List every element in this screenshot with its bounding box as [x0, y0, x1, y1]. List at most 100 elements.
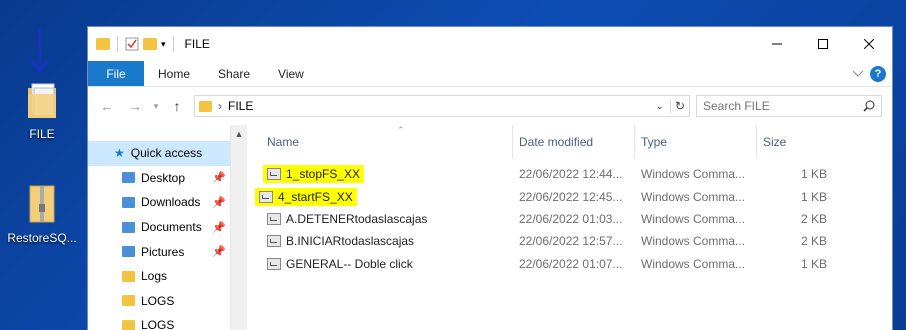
tab-file[interactable]: File — [88, 61, 144, 86]
sidebar-item-logs-3[interactable]: LOGS — [88, 313, 230, 330]
breadcrumb[interactable]: FILE — [228, 99, 650, 113]
search-input[interactable] — [703, 99, 863, 113]
folder-icon — [122, 295, 135, 307]
file-date: 22/06/2022 12:45... — [519, 189, 623, 204]
content-area: ★ Quick access Desktop 📌 Downloads 📌 Doc… — [88, 125, 892, 330]
file-list: ⌃ Name Date modified Type Size 1_stopFS_… — [247, 125, 892, 330]
zip-folder-icon — [29, 185, 55, 223]
column-type[interactable]: Type — [635, 125, 757, 159]
chevron-down-icon[interactable]: ▾ — [161, 39, 166, 50]
sidebar-item-logs-2[interactable]: LOGS — [88, 289, 230, 314]
sidebar-item-logs[interactable]: Logs — [88, 264, 230, 289]
desktop-icon-restore[interactable]: RestoreSQ... — [2, 184, 82, 245]
sidebar-item-label: LOGS — [141, 293, 175, 308]
chevron-down-icon[interactable]: ⌄ — [656, 101, 664, 112]
maximize-icon — [818, 39, 828, 49]
explorer-window: ▾ FILE File Home Share View ? ← → ▾ ↑ › … — [87, 26, 893, 330]
folder-icon — [28, 83, 56, 118]
table-row[interactable]: A.DETENERtodaslascajas 22/06/2022 01:03.… — [247, 208, 892, 230]
minimize-icon — [772, 43, 782, 45]
ribbon-tabs: File Home Share View ? — [88, 61, 892, 87]
sidebar-item-label: Downloads — [141, 195, 201, 210]
hand-drawn-arrow-icon — [30, 27, 50, 73]
sidebar-item-label: Documents — [141, 220, 202, 235]
desktop-icon-file[interactable]: FILE — [2, 80, 82, 141]
pin-icon[interactable]: 📌 — [212, 171, 226, 184]
tab-share[interactable]: Share — [204, 61, 264, 86]
expand-ribbon-icon[interactable] — [852, 70, 864, 78]
sidebar-item-documents[interactable]: Documents 📌 — [88, 215, 230, 240]
pin-icon[interactable]: 📌 — [212, 196, 226, 209]
tab-home[interactable]: Home — [144, 61, 204, 86]
refresh-icon[interactable]: ↻ — [669, 99, 685, 113]
sidebar-item-label: LOGS — [141, 318, 175, 330]
batch-file-icon — [267, 235, 281, 248]
recent-locations-icon[interactable]: ▾ — [152, 101, 160, 112]
table-row[interactable]: 1_stopFS_XX 22/06/2022 12:44... Windows … — [247, 163, 892, 185]
scroll-up-icon[interactable]: ▲ — [231, 129, 247, 139]
file-size: 1 KB — [800, 256, 827, 271]
navigation-scrollbar[interactable]: ▲ — [230, 125, 247, 330]
file-size: 1 KB — [800, 167, 827, 182]
up-arrow-icon[interactable]: ↑ — [166, 98, 188, 114]
file-type: Windows Comma... — [641, 167, 746, 182]
minimize-button[interactable] — [754, 27, 800, 61]
search-field[interactable] — [696, 95, 882, 117]
file-date: 22/06/2022 12:57... — [519, 234, 623, 249]
column-date-modified[interactable]: Date modified — [513, 125, 635, 159]
maximize-button[interactable] — [800, 27, 846, 61]
address-input[interactable]: › FILE ⌄ ↻ — [194, 95, 690, 117]
file-name[interactable]: GENERAL-- Doble click — [286, 257, 413, 271]
table-row[interactable]: 4_startFS_XX 22/06/2022 12:45... Windows… — [247, 185, 892, 207]
file-list-scrollbar[interactable] — [878, 125, 892, 330]
file-name[interactable]: 4_startFS_XX — [278, 190, 353, 204]
properties-icon[interactable] — [125, 37, 139, 51]
sidebar-item-label: Logs — [141, 269, 168, 284]
folder-icon — [96, 38, 110, 50]
star-icon: ★ — [114, 146, 125, 161]
table-row[interactable]: B.INICIARtodaslascajas 22/06/2022 12:57.… — [247, 230, 892, 252]
desktop-icon-label: FILE — [29, 127, 55, 141]
forward-arrow-icon[interactable]: → — [124, 98, 146, 114]
tab-view[interactable]: View — [264, 61, 318, 86]
desktop-folder-icon — [122, 172, 135, 184]
pictures-folder-icon — [122, 246, 135, 258]
file-type: Windows Comma... — [641, 234, 746, 249]
pin-icon[interactable]: 📌 — [212, 221, 226, 234]
documents-folder-icon — [122, 221, 135, 233]
search-icon[interactable] — [863, 100, 875, 112]
window-title: FILE — [184, 37, 210, 51]
file-date: 22/06/2022 01:03... — [519, 211, 623, 226]
pin-icon[interactable]: 📌 — [212, 245, 226, 258]
title-bar: ▾ FILE — [88, 27, 892, 61]
batch-file-icon — [267, 257, 281, 270]
sidebar-item-downloads[interactable]: Downloads 📌 — [88, 190, 230, 215]
help-icon[interactable]: ? — [870, 65, 886, 82]
table-row[interactable]: GENERAL-- Doble click 22/06/2022 01:07..… — [247, 253, 892, 275]
close-icon — [864, 39, 874, 49]
sidebar-item-quick-access[interactable]: ★ Quick access — [88, 141, 230, 166]
column-headers: ⌃ Name Date modified Type Size — [247, 125, 892, 159]
file-type: Windows Comma... — [641, 256, 746, 271]
batch-file-icon — [259, 190, 273, 203]
sidebar-item-desktop[interactable]: Desktop 📌 — [88, 166, 230, 191]
sidebar-item-label: Quick access — [130, 146, 203, 161]
file-name[interactable]: B.INICIARtodaslascajas — [286, 234, 414, 248]
desktop-icon-label: RestoreSQ... — [7, 231, 77, 245]
highlight-marker: 1_stopFS_XX — [263, 165, 365, 184]
close-button[interactable] — [846, 27, 892, 61]
breadcrumb-chevron-icon: › — [218, 99, 222, 113]
batch-file-icon — [267, 212, 281, 225]
column-size[interactable]: Size — [757, 125, 827, 159]
back-arrow-icon[interactable]: ← — [96, 98, 118, 114]
column-name[interactable]: Name — [247, 125, 513, 159]
new-folder-icon[interactable] — [143, 38, 157, 50]
file-size: 2 KB — [800, 211, 827, 226]
quick-access-toolbar: ▾ — [96, 36, 177, 52]
folder-icon — [122, 319, 135, 330]
file-name[interactable]: 1_stopFS_XX — [286, 167, 360, 181]
file-name[interactable]: A.DETENERtodaslascajas — [286, 212, 427, 226]
folder-icon — [122, 270, 135, 282]
file-size: 2 KB — [800, 234, 827, 249]
sidebar-item-pictures[interactable]: Pictures 📌 — [88, 239, 230, 264]
